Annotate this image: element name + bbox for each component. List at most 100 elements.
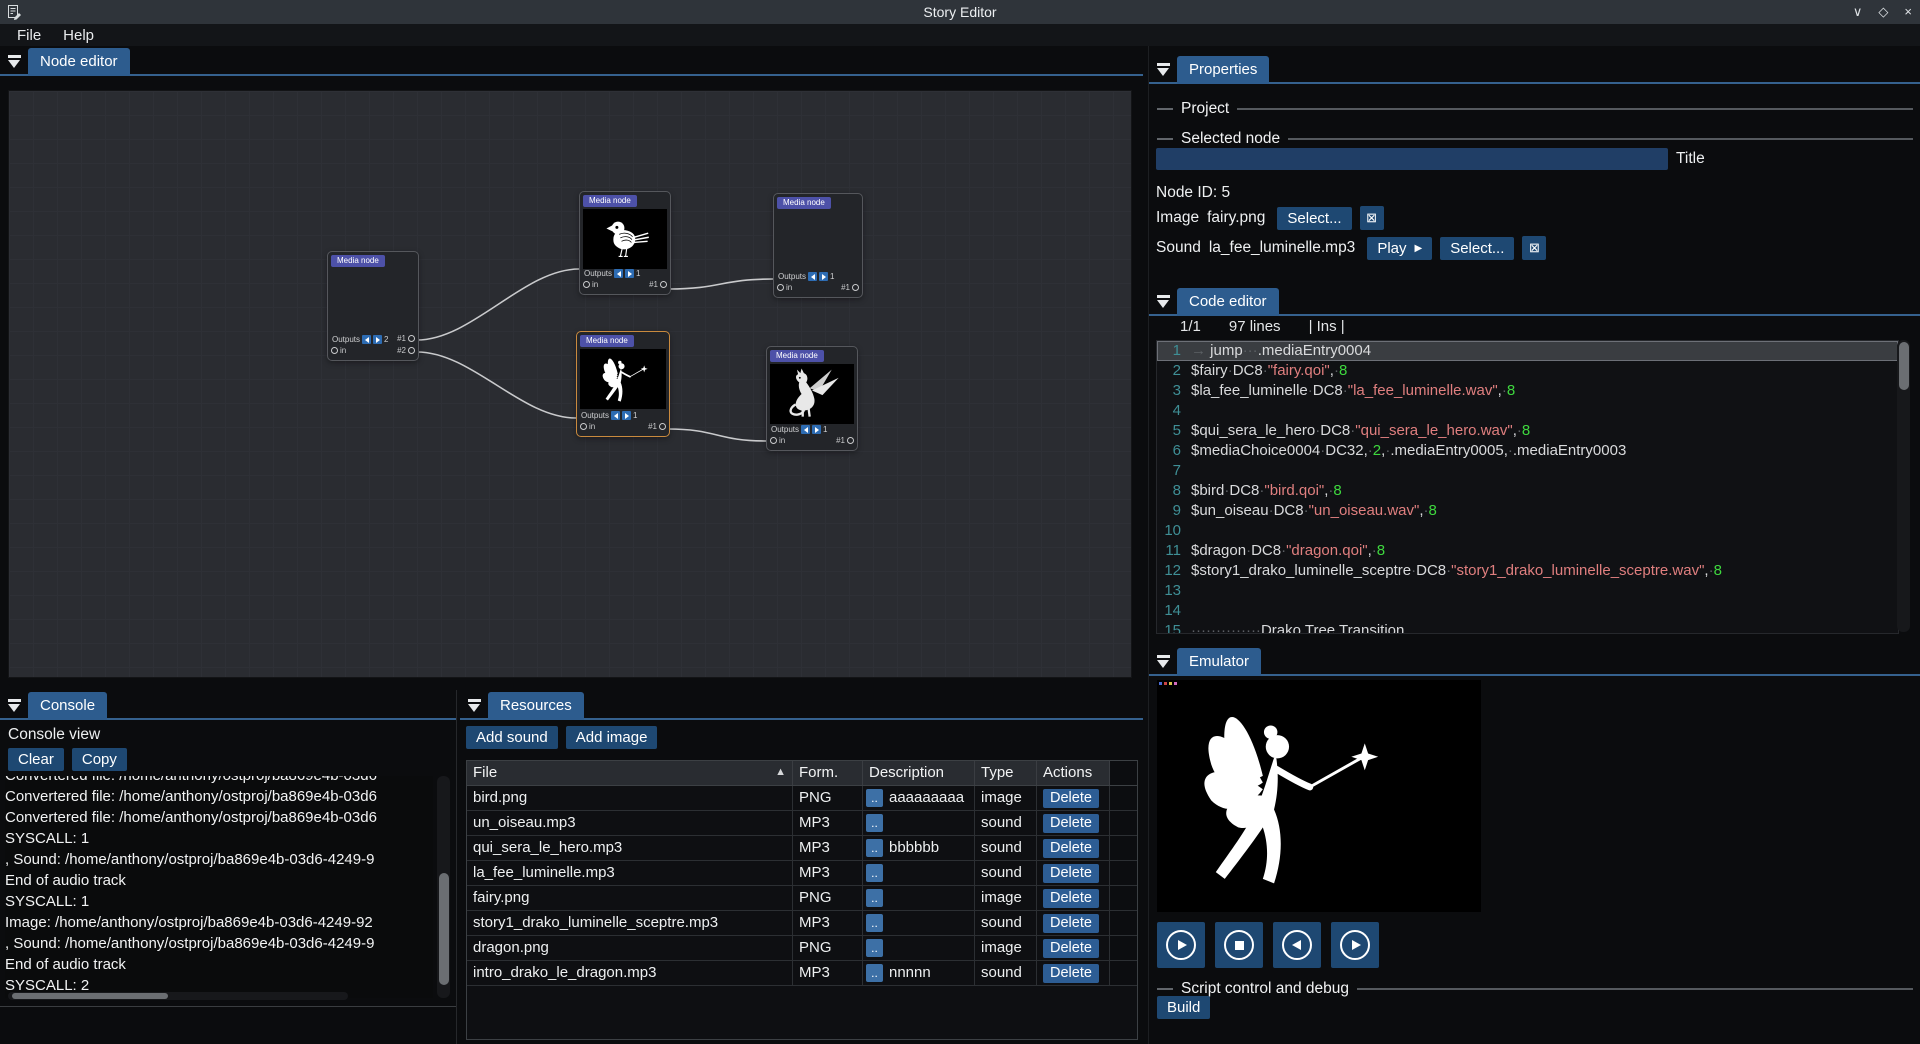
decrement-outputs-button[interactable] xyxy=(614,269,623,278)
code-line[interactable]: 5$qui_sera_le_hero·DC8·"qui_sera_le_hero… xyxy=(1157,421,1898,441)
column-header-type[interactable]: Type xyxy=(975,761,1037,785)
code-line[interactable]: 8$bird·DC8·"bird.qoi",·8 xyxy=(1157,481,1898,501)
decrement-outputs-button[interactable] xyxy=(611,411,620,420)
code-line[interactable]: 15··············Drako Tree Transition xyxy=(1157,621,1898,634)
code-scrollbar[interactable] xyxy=(1897,340,1910,632)
tab-node-editor[interactable]: Node editor xyxy=(28,48,130,76)
add-sound-button[interactable]: Add sound xyxy=(466,726,558,749)
tab-code-editor[interactable]: Code editor xyxy=(1177,288,1279,316)
output-port[interactable]: #1 xyxy=(649,280,667,289)
edit-description-button[interactable]: .. xyxy=(866,914,883,932)
code-line[interactable]: 4 xyxy=(1157,401,1898,421)
tab-resources[interactable]: Resources xyxy=(488,692,584,720)
table-row[interactable]: bird.pngPNG..aaaaaaaaaimageDelete xyxy=(467,786,1137,811)
input-port[interactable]: in xyxy=(580,422,595,431)
collapse-icon[interactable] xyxy=(468,699,481,712)
table-row[interactable]: story1_drako_luminelle_sceptre.mp3MP3..s… xyxy=(467,911,1137,936)
console-hscrollbar[interactable] xyxy=(8,992,348,1000)
delete-button[interactable]: Delete xyxy=(1043,839,1099,858)
tab-console[interactable]: Console xyxy=(28,692,107,720)
column-header-description[interactable]: Description xyxy=(863,761,975,785)
code-line[interactable]: 2$fairy·DC8·"fairy.qoi",·8 xyxy=(1157,361,1898,381)
console-output[interactable]: Convertered file: /home/anthony/ostproj/… xyxy=(5,776,433,998)
minimize-button[interactable]: ∨ xyxy=(1853,0,1863,24)
scrollbar-thumb[interactable] xyxy=(439,873,449,985)
console-vscrollbar[interactable] xyxy=(437,776,450,998)
prev-button[interactable] xyxy=(1273,922,1321,968)
column-header-actions[interactable]: Actions xyxy=(1037,761,1110,785)
sound-clear-button[interactable]: ⊠ xyxy=(1522,236,1546,260)
input-port[interactable]: in xyxy=(583,280,598,289)
add-image-button[interactable]: Add image xyxy=(566,726,658,749)
input-port[interactable]: in xyxy=(331,346,346,355)
column-header-form[interactable]: Form. xyxy=(793,761,863,785)
table-row[interactable]: intro_drako_le_dragon.mp3MP3..nnnnnsound… xyxy=(467,961,1137,986)
delete-button[interactable]: Delete xyxy=(1043,864,1099,883)
table-row[interactable]: la_fee_luminelle.mp3MP3..soundDelete xyxy=(467,861,1137,886)
output-port[interactable]: #2 xyxy=(397,346,415,355)
image-select-button[interactable]: Select... xyxy=(1277,207,1351,230)
sound-select-button[interactable]: Select... xyxy=(1440,237,1514,260)
code-line[interactable]: 3$la_fee_luminelle·DC8·"la_fee_luminelle… xyxy=(1157,381,1898,401)
decrement-outputs-button[interactable] xyxy=(801,425,810,434)
close-button[interactable]: × xyxy=(1904,0,1912,24)
increment-outputs-button[interactable] xyxy=(373,335,382,344)
output-port[interactable]: #1 xyxy=(836,436,854,445)
node-canvas[interactable]: Media nodeOutputs2in#1#2Media nodeOutput… xyxy=(8,90,1132,678)
scrollbar-thumb[interactable] xyxy=(1899,342,1909,390)
code-area[interactable]: 1→ jump···.mediaEntry00042$fairy·DC8·"fa… xyxy=(1156,340,1899,634)
graph-node[interactable]: Media nodeOutputs1in#1 xyxy=(576,331,670,437)
stop-button[interactable] xyxy=(1215,922,1263,968)
edit-description-button[interactable]: .. xyxy=(866,839,883,857)
edit-description-button[interactable]: .. xyxy=(866,814,883,832)
title-input[interactable] xyxy=(1156,148,1668,170)
code-line[interactable]: 7 xyxy=(1157,461,1898,481)
copy-button[interactable]: Copy xyxy=(72,748,127,771)
code-line[interactable]: 11$dragon·DC8·"dragon.qoi",·8 xyxy=(1157,541,1898,561)
table-row[interactable]: dragon.pngPNG..imageDelete xyxy=(467,936,1137,961)
code-line[interactable]: 1→ jump···.mediaEntry0004 xyxy=(1157,341,1898,361)
code-line[interactable]: 14 xyxy=(1157,601,1898,621)
input-port[interactable]: in xyxy=(770,436,785,445)
code-line[interactable]: 9$un_oiseau·DC8·"un_oiseau.wav",·8 xyxy=(1157,501,1898,521)
decrement-outputs-button[interactable] xyxy=(362,335,371,344)
collapse-icon[interactable] xyxy=(8,699,21,712)
delete-button[interactable]: Delete xyxy=(1043,789,1099,808)
output-port[interactable]: #1 xyxy=(397,334,415,343)
input-port[interactable]: in xyxy=(777,283,792,292)
graph-node[interactable]: Media nodeOutputs1in#1 xyxy=(579,191,671,295)
edit-description-button[interactable]: .. xyxy=(866,939,883,957)
collapse-icon[interactable] xyxy=(1157,655,1170,668)
image-clear-button[interactable]: ⊠ xyxy=(1360,206,1384,230)
tab-emulator[interactable]: Emulator xyxy=(1177,648,1261,676)
table-row[interactable]: fairy.pngPNG..imageDelete xyxy=(467,886,1137,911)
code-line[interactable]: 10 xyxy=(1157,521,1898,541)
collapse-icon[interactable] xyxy=(1157,63,1170,76)
column-header-file[interactable]: File▲ xyxy=(467,761,793,785)
graph-node[interactable]: Media nodeOutputs2in#1#2 xyxy=(327,251,419,361)
tab-properties[interactable]: Properties xyxy=(1177,56,1269,84)
menu-file[interactable]: File xyxy=(6,26,52,45)
scrollbar-thumb[interactable] xyxy=(12,993,168,999)
increment-outputs-button[interactable] xyxy=(625,269,634,278)
delete-button[interactable]: Delete xyxy=(1043,914,1099,933)
output-port[interactable]: #1 xyxy=(841,283,859,292)
delete-button[interactable]: Delete xyxy=(1043,939,1099,958)
delete-button[interactable]: Delete xyxy=(1043,889,1099,908)
clear-button[interactable]: Clear xyxy=(8,748,64,771)
graph-node[interactable]: Media nodeOutputs1in#1 xyxy=(766,346,858,451)
increment-outputs-button[interactable] xyxy=(812,425,821,434)
edit-description-button[interactable]: .. xyxy=(866,889,883,907)
increment-outputs-button[interactable] xyxy=(819,272,828,281)
code-line[interactable]: 6$mediaChoice0004·DC32,·2,·.mediaEntry00… xyxy=(1157,441,1898,461)
edit-description-button[interactable]: .. xyxy=(866,789,883,807)
next-button[interactable] xyxy=(1331,922,1379,968)
build-button[interactable]: Build xyxy=(1157,996,1210,1019)
delete-button[interactable]: Delete xyxy=(1043,814,1099,833)
decrement-outputs-button[interactable] xyxy=(808,272,817,281)
increment-outputs-button[interactable] xyxy=(622,411,631,420)
collapse-icon[interactable] xyxy=(8,55,21,68)
sound-play-button[interactable]: Play▶ xyxy=(1367,237,1432,260)
play-button[interactable] xyxy=(1157,922,1205,968)
code-line[interactable]: 12$story1_drako_luminelle_sceptre·DC8·"s… xyxy=(1157,561,1898,581)
